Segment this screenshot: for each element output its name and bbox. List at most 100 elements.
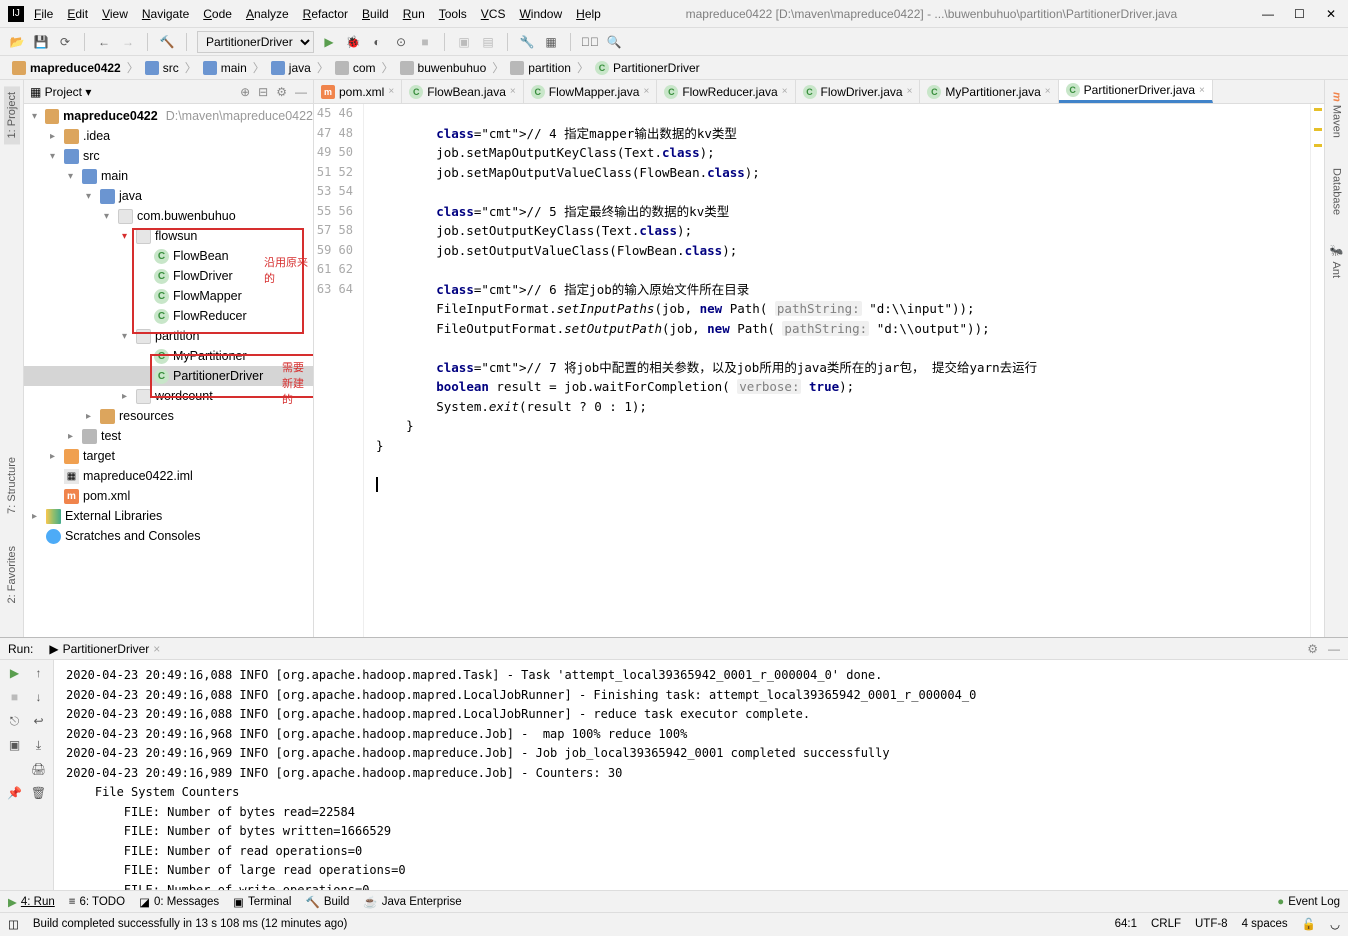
scroll-icon[interactable]: ⤓: [30, 736, 48, 754]
tab-flowreducer-java[interactable]: CFlowReducer.java×: [657, 80, 795, 103]
breadcrumb-partition[interactable]: partition: [506, 60, 575, 76]
run-hide-icon[interactable]: —: [1328, 642, 1340, 656]
project-dropdown[interactable]: ▦ Project ▾: [30, 85, 91, 99]
marker-bar[interactable]: [1310, 104, 1324, 637]
inspections-indicator[interactable]: ◡: [1330, 917, 1340, 931]
sidebar-database-tab[interactable]: Database: [1329, 162, 1345, 221]
pin-icon[interactable]: 📌: [6, 784, 24, 802]
menu-file[interactable]: File: [34, 7, 53, 21]
tree-pom[interactable]: mpom.xml: [24, 486, 313, 506]
layout-icon[interactable]: ▣: [455, 33, 473, 51]
breadcrumb-mapreduce0422[interactable]: mapreduce0422: [8, 60, 125, 76]
indent-info[interactable]: 4 spaces: [1242, 918, 1288, 930]
tab-build[interactable]: 🔨 Build: [305, 895, 349, 909]
settings-wrench-icon[interactable]: 🔧: [518, 33, 536, 51]
menu-help[interactable]: Help: [576, 7, 601, 21]
expand-all-icon[interactable]: ⊕: [240, 85, 250, 99]
stop-icon[interactable]: ■: [416, 33, 434, 51]
sidebar-project-tab[interactable]: 1: Project: [4, 86, 20, 144]
tree-target[interactable]: ▸target: [24, 446, 313, 466]
run-settings-icon[interactable]: ⚙: [1307, 642, 1318, 656]
tree-scratches[interactable]: Scratches and Consoles: [24, 526, 313, 546]
tab-pom-xml[interactable]: mpom.xml×: [314, 80, 402, 103]
layout-run-icon[interactable]: ▣: [6, 736, 24, 754]
close-icon[interactable]: ✕: [1326, 7, 1340, 21]
tab-run[interactable]: ▶ 4: Run: [8, 895, 55, 909]
event-log[interactable]: ● Event Log: [1277, 896, 1340, 908]
run-tab-partitionerdriver[interactable]: ▶ PartitionerDriver ×: [43, 640, 166, 658]
coverage-icon[interactable]: ◐: [368, 33, 386, 51]
menu-refactor[interactable]: Refactor: [303, 7, 348, 21]
menu-vcs[interactable]: VCS: [481, 7, 506, 21]
menu-edit[interactable]: Edit: [67, 7, 88, 21]
menu-window[interactable]: Window: [519, 7, 562, 21]
tree-src[interactable]: ▾src: [24, 146, 313, 166]
tree-resources[interactable]: ▸resources: [24, 406, 313, 426]
collapse-all-icon[interactable]: ⊟: [258, 85, 268, 99]
exit-icon[interactable]: ⎋: [6, 712, 24, 730]
tab-mypartitioner-java[interactable]: CMyPartitioner.java×: [920, 80, 1058, 103]
breadcrumb-java[interactable]: java: [267, 60, 315, 76]
breadcrumb-buwenbuhuo[interactable]: buwenbuhuo: [396, 60, 491, 76]
tree-root[interactable]: ▾mapreduce0422D:\maven\mapreduce0422: [24, 106, 313, 126]
run-icon[interactable]: ▶: [320, 33, 338, 51]
tree-extlib[interactable]: ▸External Libraries: [24, 506, 313, 526]
tree-idea[interactable]: ▸.idea: [24, 126, 313, 146]
tab-messages[interactable]: ◪ 0: Messages: [139, 895, 219, 909]
tool-window-icon[interactable]: ◫: [8, 917, 19, 931]
sidebar-structure-tab[interactable]: 7: Structure: [4, 451, 20, 520]
up-icon[interactable]: ↑: [30, 664, 48, 682]
menu-code[interactable]: Code: [203, 7, 232, 21]
readonly-indicator[interactable]: 🔓: [1302, 917, 1316, 931]
tab-flowdriver-java[interactable]: CFlowDriver.java×: [796, 80, 921, 103]
code-editor[interactable]: class="cmt">// 4 指定mapper输出数据的kv类型 job.s…: [364, 104, 1310, 637]
menu-view[interactable]: View: [102, 7, 128, 21]
debug-icon[interactable]: 🐞: [344, 33, 362, 51]
build-icon[interactable]: 🔨: [158, 33, 176, 51]
tree-package[interactable]: ▾com.buwenbuhuo: [24, 206, 313, 226]
sidebar-maven-tab[interactable]: m: [1331, 92, 1343, 102]
maximize-icon[interactable]: ☐: [1294, 7, 1308, 21]
sidebar-favorites-tab[interactable]: 2: Favorites: [4, 540, 20, 609]
wrap-icon[interactable]: ↩: [30, 712, 48, 730]
tree-iml[interactable]: ▦mapreduce0422.iml: [24, 466, 313, 486]
back-icon[interactable]: ←: [95, 33, 113, 51]
console-output[interactable]: 2020-04-23 20:49:16,088 INFO [org.apache…: [54, 660, 1348, 890]
forward-icon[interactable]: →: [119, 33, 137, 51]
down-icon[interactable]: ↓: [30, 688, 48, 706]
tab-javaee[interactable]: ☕ Java Enterprise: [363, 895, 461, 909]
tree-main[interactable]: ▾main: [24, 166, 313, 186]
menu-run[interactable]: Run: [403, 7, 425, 21]
print-icon[interactable]: 🖨: [30, 760, 48, 778]
tab-flowbean-java[interactable]: CFlowBean.java×: [402, 80, 524, 103]
breadcrumb-com[interactable]: com: [331, 60, 380, 76]
sidebar-ant-tab[interactable]: 🐜 Ant: [1328, 239, 1345, 284]
menu-tools[interactable]: Tools: [439, 7, 467, 21]
tab-terminal[interactable]: ▣ Terminal: [233, 895, 291, 909]
project-tree[interactable]: ▾mapreduce0422D:\maven\mapreduce0422 ▸.i…: [24, 104, 313, 637]
search-icon[interactable]: 🔍: [605, 33, 623, 51]
hide-icon[interactable]: —: [295, 85, 307, 99]
refresh-icon[interactable]: ⟳: [56, 33, 74, 51]
menu-analyze[interactable]: Analyze: [246, 7, 289, 21]
minimize-icon[interactable]: —: [1262, 7, 1276, 21]
file-encoding[interactable]: UTF-8: [1195, 918, 1228, 930]
breadcrumb-main[interactable]: main: [199, 60, 251, 76]
menu-navigate[interactable]: Navigate: [142, 7, 189, 21]
breadcrumb-src[interactable]: src: [141, 60, 183, 76]
tab-todo[interactable]: ≡ 6: TODO: [69, 896, 125, 908]
tree-test[interactable]: ▸test: [24, 426, 313, 446]
gear-icon[interactable]: ⚙: [276, 85, 287, 99]
trash-icon[interactable]: 🗑: [30, 784, 48, 802]
menu-build[interactable]: Build: [362, 7, 389, 21]
play-window-icon[interactable]: ▶⃞: [581, 33, 599, 51]
breadcrumb-partitionerdriver[interactable]: CPartitionerDriver: [591, 60, 704, 76]
tab-flowmapper-java[interactable]: CFlowMapper.java×: [524, 80, 658, 103]
cursor-position[interactable]: 64:1: [1115, 918, 1137, 930]
layout2-icon[interactable]: ▤: [479, 33, 497, 51]
line-separator[interactable]: CRLF: [1151, 918, 1181, 930]
project-structure-icon[interactable]: ▦: [542, 33, 560, 51]
tree-java[interactable]: ▾java: [24, 186, 313, 206]
profile-icon[interactable]: ⊙: [392, 33, 410, 51]
run-config-select[interactable]: PartitionerDriver: [197, 31, 314, 53]
